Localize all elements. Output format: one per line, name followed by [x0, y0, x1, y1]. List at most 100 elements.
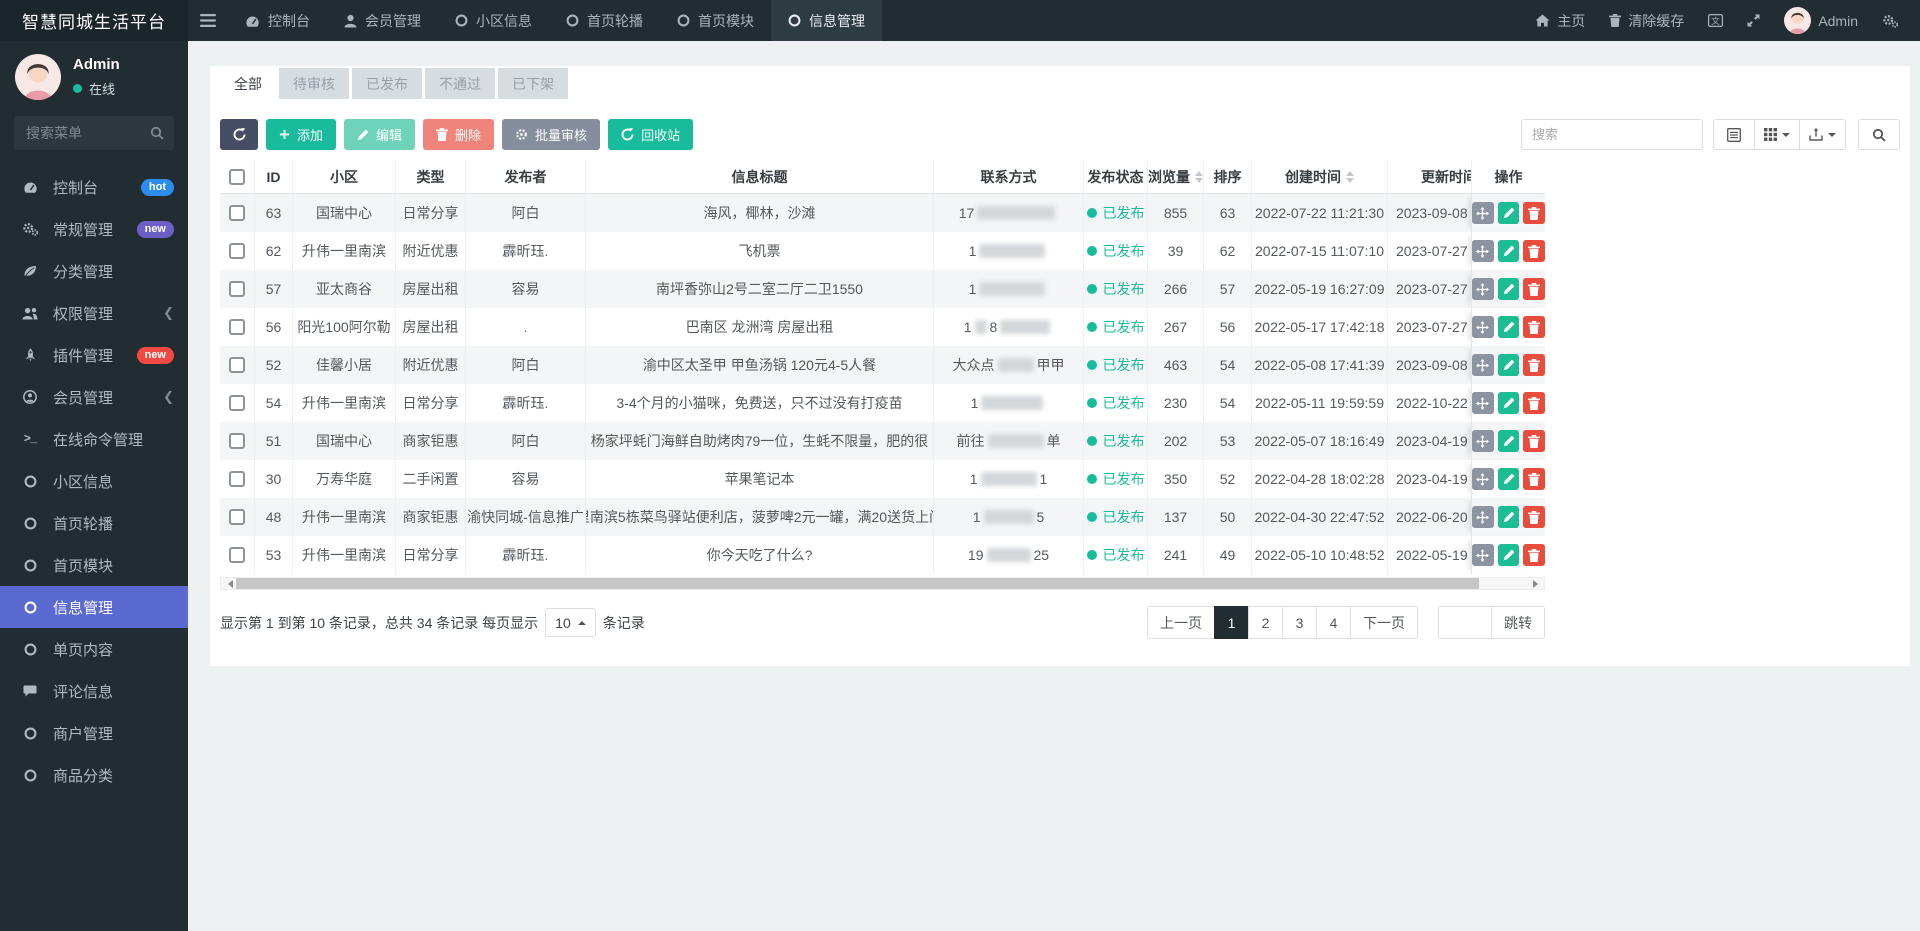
- tab-active[interactable]: 全部: [220, 68, 276, 99]
- move-button[interactable]: [1472, 316, 1494, 338]
- move-button[interactable]: [1472, 354, 1494, 376]
- topnav-item[interactable]: 首页模块: [660, 0, 771, 41]
- tab-item[interactable]: 已发布: [352, 68, 422, 99]
- move-button[interactable]: [1472, 202, 1494, 224]
- edit-row-button[interactable]: [1498, 240, 1520, 262]
- table-search-input[interactable]: [1521, 119, 1703, 150]
- sidebar-item[interactable]: 商户管理: [0, 712, 188, 754]
- fullscreen-button[interactable]: [1735, 0, 1772, 41]
- topnav-item[interactable]: 首页轮播: [549, 0, 660, 41]
- delete-row-button[interactable]: [1523, 202, 1545, 224]
- delete-row-button[interactable]: [1523, 544, 1545, 566]
- row-checkbox[interactable]: [229, 357, 245, 373]
- jump-button[interactable]: 跳转: [1491, 606, 1545, 639]
- row-checkbox[interactable]: [229, 547, 245, 563]
- move-button[interactable]: [1472, 430, 1494, 452]
- move-button[interactable]: [1472, 468, 1494, 490]
- export-button[interactable]: [1799, 119, 1846, 150]
- sidebar-item[interactable]: 信息管理: [0, 586, 188, 628]
- sidebar-item[interactable]: 控制台hot: [0, 166, 188, 208]
- select-all-checkbox[interactable]: [229, 169, 245, 185]
- delete-row-button[interactable]: [1523, 430, 1545, 452]
- tab-item[interactable]: 已下架: [498, 68, 568, 99]
- sidebar-item[interactable]: >_ 在线命令管理: [0, 418, 188, 460]
- sidebar-item[interactable]: 插件管理new: [0, 334, 188, 376]
- edit-row-button[interactable]: [1498, 430, 1520, 452]
- delete-row-button[interactable]: [1523, 354, 1545, 376]
- page-number-button[interactable]: 4: [1316, 606, 1351, 639]
- move-button[interactable]: [1472, 278, 1494, 300]
- page-number-button[interactable]: 1: [1214, 606, 1249, 639]
- tab-item[interactable]: 待审核: [279, 68, 349, 99]
- sidebar-item[interactable]: 权限管理❮: [0, 292, 188, 334]
- sidebar-item[interactable]: 单页内容: [0, 628, 188, 670]
- refresh-button[interactable]: [220, 119, 258, 150]
- sidebar-item[interactable]: 分类管理: [0, 250, 188, 292]
- jump-page-input[interactable]: [1438, 606, 1492, 639]
- scrollbar-thumb[interactable]: [236, 578, 1479, 589]
- topnav-item[interactable]: 会员管理: [327, 0, 438, 41]
- row-checkbox[interactable]: [229, 471, 245, 487]
- row-checkbox[interactable]: [229, 395, 245, 411]
- edit-row-button[interactable]: [1498, 544, 1520, 566]
- topnav-item[interactable]: 小区信息: [438, 0, 549, 41]
- edit-row-button[interactable]: [1498, 506, 1520, 528]
- delete-row-button[interactable]: [1523, 240, 1545, 262]
- next-page-button[interactable]: 下一页: [1350, 606, 1418, 639]
- sidebar-toggle-button[interactable]: [188, 0, 228, 41]
- edit-button[interactable]: 编辑: [344, 119, 415, 150]
- move-button[interactable]: [1472, 506, 1494, 528]
- row-checkbox[interactable]: [229, 433, 245, 449]
- user-menu[interactable]: Admin: [1772, 0, 1870, 41]
- delete-row-button[interactable]: [1523, 392, 1545, 414]
- columns-button[interactable]: [1754, 119, 1800, 150]
- detail-view-button[interactable]: [1713, 119, 1755, 150]
- prev-page-button[interactable]: 上一页: [1147, 606, 1215, 639]
- page-number-button[interactable]: 2: [1248, 606, 1283, 639]
- sidebar-item[interactable]: 评论信息: [0, 670, 188, 712]
- edit-row-button[interactable]: [1498, 316, 1520, 338]
- sidebar-item[interactable]: 首页轮播: [0, 502, 188, 544]
- delete-row-button[interactable]: [1523, 468, 1545, 490]
- add-button[interactable]: 添加: [266, 119, 336, 150]
- home-button[interactable]: 主页: [1523, 0, 1597, 41]
- language-button[interactable]: 文: [1696, 0, 1735, 41]
- recycle-bin-button[interactable]: 回收站: [608, 119, 693, 150]
- row-checkbox[interactable]: [229, 281, 245, 297]
- delete-button[interactable]: 删除: [423, 119, 494, 150]
- topnav-item[interactable]: 控制台: [228, 0, 327, 41]
- sidebar-item[interactable]: 商品分类: [0, 754, 188, 796]
- move-button[interactable]: [1472, 544, 1494, 566]
- tab-item[interactable]: 不通过: [425, 68, 495, 99]
- column-header[interactable]: 浏览量: [1147, 160, 1203, 193]
- delete-row-button[interactable]: [1523, 506, 1545, 528]
- batch-audit-button[interactable]: 批量审核: [502, 119, 600, 150]
- delete-row-button[interactable]: [1523, 316, 1545, 338]
- delete-row-button[interactable]: [1523, 278, 1545, 300]
- sidebar-item[interactable]: 常规管理new: [0, 208, 188, 250]
- sidebar-item[interactable]: 小区信息: [0, 460, 188, 502]
- page-size-select[interactable]: 10: [545, 608, 596, 637]
- move-button[interactable]: [1472, 240, 1494, 262]
- edit-row-button[interactable]: [1498, 202, 1520, 224]
- scroll-left-arrow[interactable]: [221, 580, 235, 588]
- edit-row-button[interactable]: [1498, 354, 1520, 376]
- clear-cache-button[interactable]: 清除缓存: [1597, 0, 1696, 41]
- edit-row-button[interactable]: [1498, 278, 1520, 300]
- edit-row-button[interactable]: [1498, 392, 1520, 414]
- sidebar-item[interactable]: 会员管理❮: [0, 376, 188, 418]
- horizontal-scrollbar[interactable]: [220, 577, 1545, 590]
- topnav-item[interactable]: 信息管理: [771, 0, 882, 41]
- row-checkbox[interactable]: [229, 319, 245, 335]
- settings-button[interactable]: [1870, 0, 1910, 41]
- row-checkbox[interactable]: [229, 509, 245, 525]
- page-number-button[interactable]: 3: [1282, 606, 1317, 639]
- edit-row-button[interactable]: [1498, 468, 1520, 490]
- search-button[interactable]: [1858, 119, 1900, 150]
- column-header[interactable]: 创建时间: [1251, 160, 1387, 193]
- move-button[interactable]: [1472, 392, 1494, 414]
- scroll-right-arrow[interactable]: [1530, 580, 1544, 588]
- row-checkbox[interactable]: [229, 205, 245, 221]
- sidebar-item[interactable]: 首页模块: [0, 544, 188, 586]
- row-checkbox[interactable]: [229, 243, 245, 259]
